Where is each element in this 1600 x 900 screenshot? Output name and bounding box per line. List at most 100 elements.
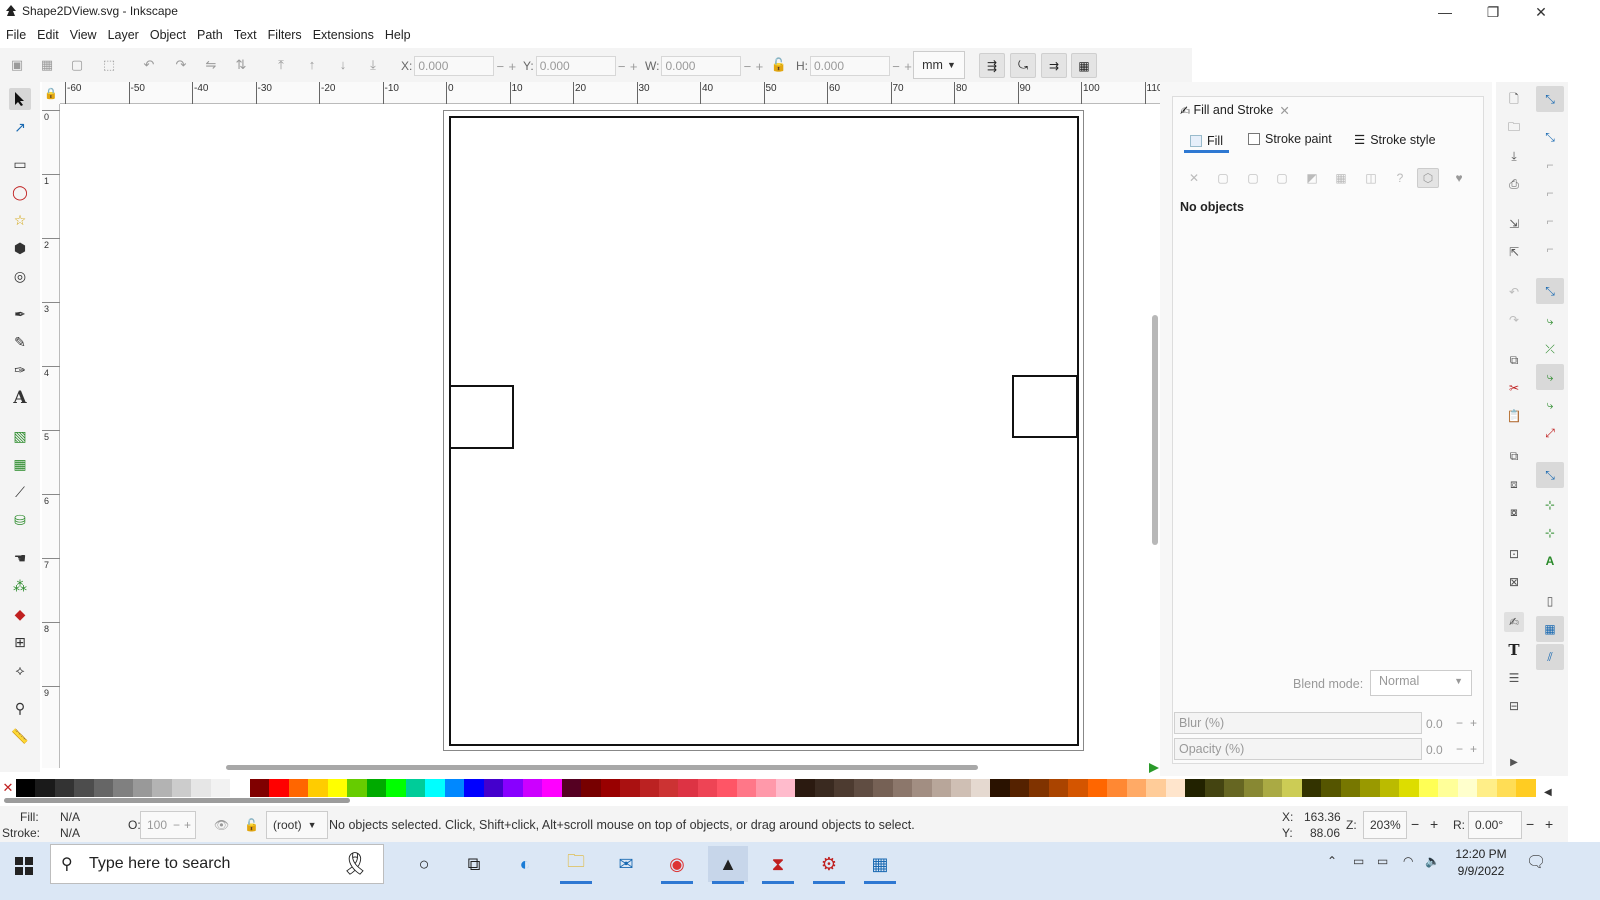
snap-intersection-button[interactable]: ⤫: [1536, 336, 1564, 362]
color-swatch[interactable]: [756, 779, 776, 797]
menu-edit[interactable]: Edit: [31, 24, 64, 46]
color-swatch[interactable]: [658, 779, 679, 797]
zoom-input[interactable]: 203%: [1363, 811, 1407, 839]
linear-gradient-button[interactable]: ▢: [1242, 168, 1264, 188]
node-tool[interactable]: ↗: [9, 116, 31, 138]
lower-to-bottom-icon[interactable]: ⤓: [364, 56, 382, 74]
freecad-button[interactable]: ⧗: [758, 846, 798, 884]
color-swatch[interactable]: [171, 779, 192, 797]
connector-tool[interactable]: ⊞: [9, 631, 31, 653]
w-decrement[interactable]: −: [741, 59, 753, 74]
snap-page-button[interactable]: ▯: [1536, 588, 1564, 614]
vertical-ruler[interactable]: 0 1 2 3 4 5 6 7 8 9: [42, 104, 60, 768]
color-swatch[interactable]: [288, 779, 309, 797]
x-increment[interactable]: +: [506, 59, 518, 74]
color-swatch[interactable]: [814, 779, 835, 797]
color-swatch[interactable]: [113, 779, 133, 797]
radial-gradient-button[interactable]: ▢: [1271, 168, 1293, 188]
color-swatch[interactable]: [74, 779, 94, 797]
color-swatch[interactable]: [775, 779, 796, 797]
move-gradients-button[interactable]: ⇉: [1041, 53, 1067, 78]
color-swatch[interactable]: [464, 779, 484, 797]
color-swatch[interactable]: [191, 779, 211, 797]
blur-increment[interactable]: +: [1470, 716, 1477, 730]
redo-button[interactable]: ↷: [1504, 310, 1524, 330]
y-increment[interactable]: +: [628, 59, 640, 74]
drawing-frame[interactable]: [449, 116, 1079, 746]
color-swatch[interactable]: [717, 779, 737, 797]
color-swatch[interactable]: [892, 779, 913, 797]
ungroup-button[interactable]: ⊠: [1504, 572, 1524, 592]
flip-vertical-icon[interactable]: ⇅: [232, 56, 250, 74]
color-swatch[interactable]: [600, 779, 621, 797]
color-swatch[interactable]: [834, 779, 854, 797]
opacity-status-decrement[interactable]: −: [173, 818, 180, 832]
color-swatch[interactable]: [347, 779, 367, 797]
open-button[interactable]: 🗀: [1504, 118, 1524, 138]
color-swatch[interactable]: [230, 779, 250, 797]
lock-ratio-icon[interactable]: 🔓: [770, 56, 788, 74]
scale-stroke-button[interactable]: ⇶: [979, 53, 1005, 78]
color-swatch[interactable]: [1087, 779, 1108, 797]
swatch-button[interactable]: ◫: [1360, 168, 1382, 188]
select-all-layers-icon[interactable]: ▦: [38, 56, 56, 74]
color-swatch[interactable]: [1379, 779, 1400, 797]
color-swatch[interactable]: [639, 779, 659, 797]
save-button[interactable]: ⤓: [1504, 146, 1524, 166]
horizontal-ruler[interactable]: -60 -50 -40 -30 -20 -10 0 10 20 30 40 50 60 70 80 90 100…: [60, 82, 1162, 104]
opacity-increment[interactable]: +: [1470, 742, 1477, 756]
close-button[interactable]: ✕: [1518, 0, 1564, 24]
color-swatch[interactable]: [581, 779, 601, 797]
start-button[interactable]: [10, 852, 38, 880]
y-decrement[interactable]: −: [616, 59, 628, 74]
cortana-button[interactable]: ○: [404, 846, 444, 882]
color-swatch[interactable]: [1146, 779, 1166, 797]
lower-icon[interactable]: ↓: [334, 56, 352, 74]
select-same-icon[interactable]: ▢: [68, 56, 86, 74]
color-swatch[interactable]: [1126, 779, 1147, 797]
menu-help[interactable]: Help: [379, 24, 416, 46]
left-square[interactable]: [449, 385, 514, 449]
undo-button[interactable]: ↶: [1504, 282, 1524, 302]
cut-button[interactable]: ✂: [1504, 378, 1524, 398]
gradient-tool[interactable]: ▧: [9, 425, 31, 447]
rect-tool[interactable]: ▭: [9, 153, 31, 175]
vertical-scroll-thumb[interactable]: [1152, 315, 1158, 545]
opacity-decrement[interactable]: −: [1456, 742, 1463, 756]
taskbar-search[interactable]: ⚲ Type here to search 🎗: [50, 844, 384, 884]
h-input[interactable]: 0.000: [810, 56, 890, 76]
menu-layer[interactable]: Layer: [102, 24, 144, 46]
color-swatch[interactable]: [1399, 779, 1419, 797]
volume-icon[interactable]: 🔈: [1425, 854, 1440, 868]
color-swatch[interactable]: [210, 779, 231, 797]
color-swatch[interactable]: [405, 779, 426, 797]
snap-midpoint-button[interactable]: ⤢: [1536, 420, 1564, 446]
color-swatch[interactable]: [1185, 779, 1205, 797]
blend-mode-dropdown[interactable]: Normal ▼: [1370, 670, 1472, 696]
menu-object[interactable]: Object: [144, 24, 191, 46]
zoom-increment[interactable]: +: [1430, 816, 1438, 832]
layers-dialog-button[interactable]: ☰: [1504, 668, 1524, 688]
raise-icon[interactable]: ↑: [303, 56, 321, 74]
guide-lock-toggle[interactable]: 🔒: [42, 82, 60, 104]
snap-center-button[interactable]: ⊹: [1536, 492, 1564, 518]
color-swatch[interactable]: [93, 779, 114, 797]
rotation-decrement[interactable]: −: [1526, 816, 1534, 832]
notifications-icon[interactable]: 🗨: [1526, 852, 1546, 872]
color-swatch[interactable]: [620, 779, 640, 797]
w-input[interactable]: 0.000: [661, 56, 742, 76]
color-swatch[interactable]: [1282, 779, 1302, 797]
print-button[interactable]: ⎙: [1504, 174, 1524, 194]
palette-scrollbar[interactable]: [4, 798, 350, 803]
zoom-tool[interactable]: ⚲: [9, 697, 31, 719]
menu-view[interactable]: View: [64, 24, 102, 46]
snap-bbox-center-button[interactable]: ⌐: [1536, 236, 1564, 262]
color-swatch[interactable]: [795, 779, 815, 797]
task-view-button[interactable]: ⧉: [454, 846, 494, 882]
lpe-tool[interactable]: ⟡: [9, 659, 31, 681]
w-increment[interactable]: +: [753, 59, 765, 74]
snap-bbox-midpoint-button[interactable]: ⌐: [1536, 208, 1564, 234]
color-swatch[interactable]: [308, 779, 328, 797]
color-swatch[interactable]: [54, 779, 75, 797]
fill-stroke-tab[interactable]: ✍ Fill and Stroke ✕: [1180, 98, 1290, 122]
